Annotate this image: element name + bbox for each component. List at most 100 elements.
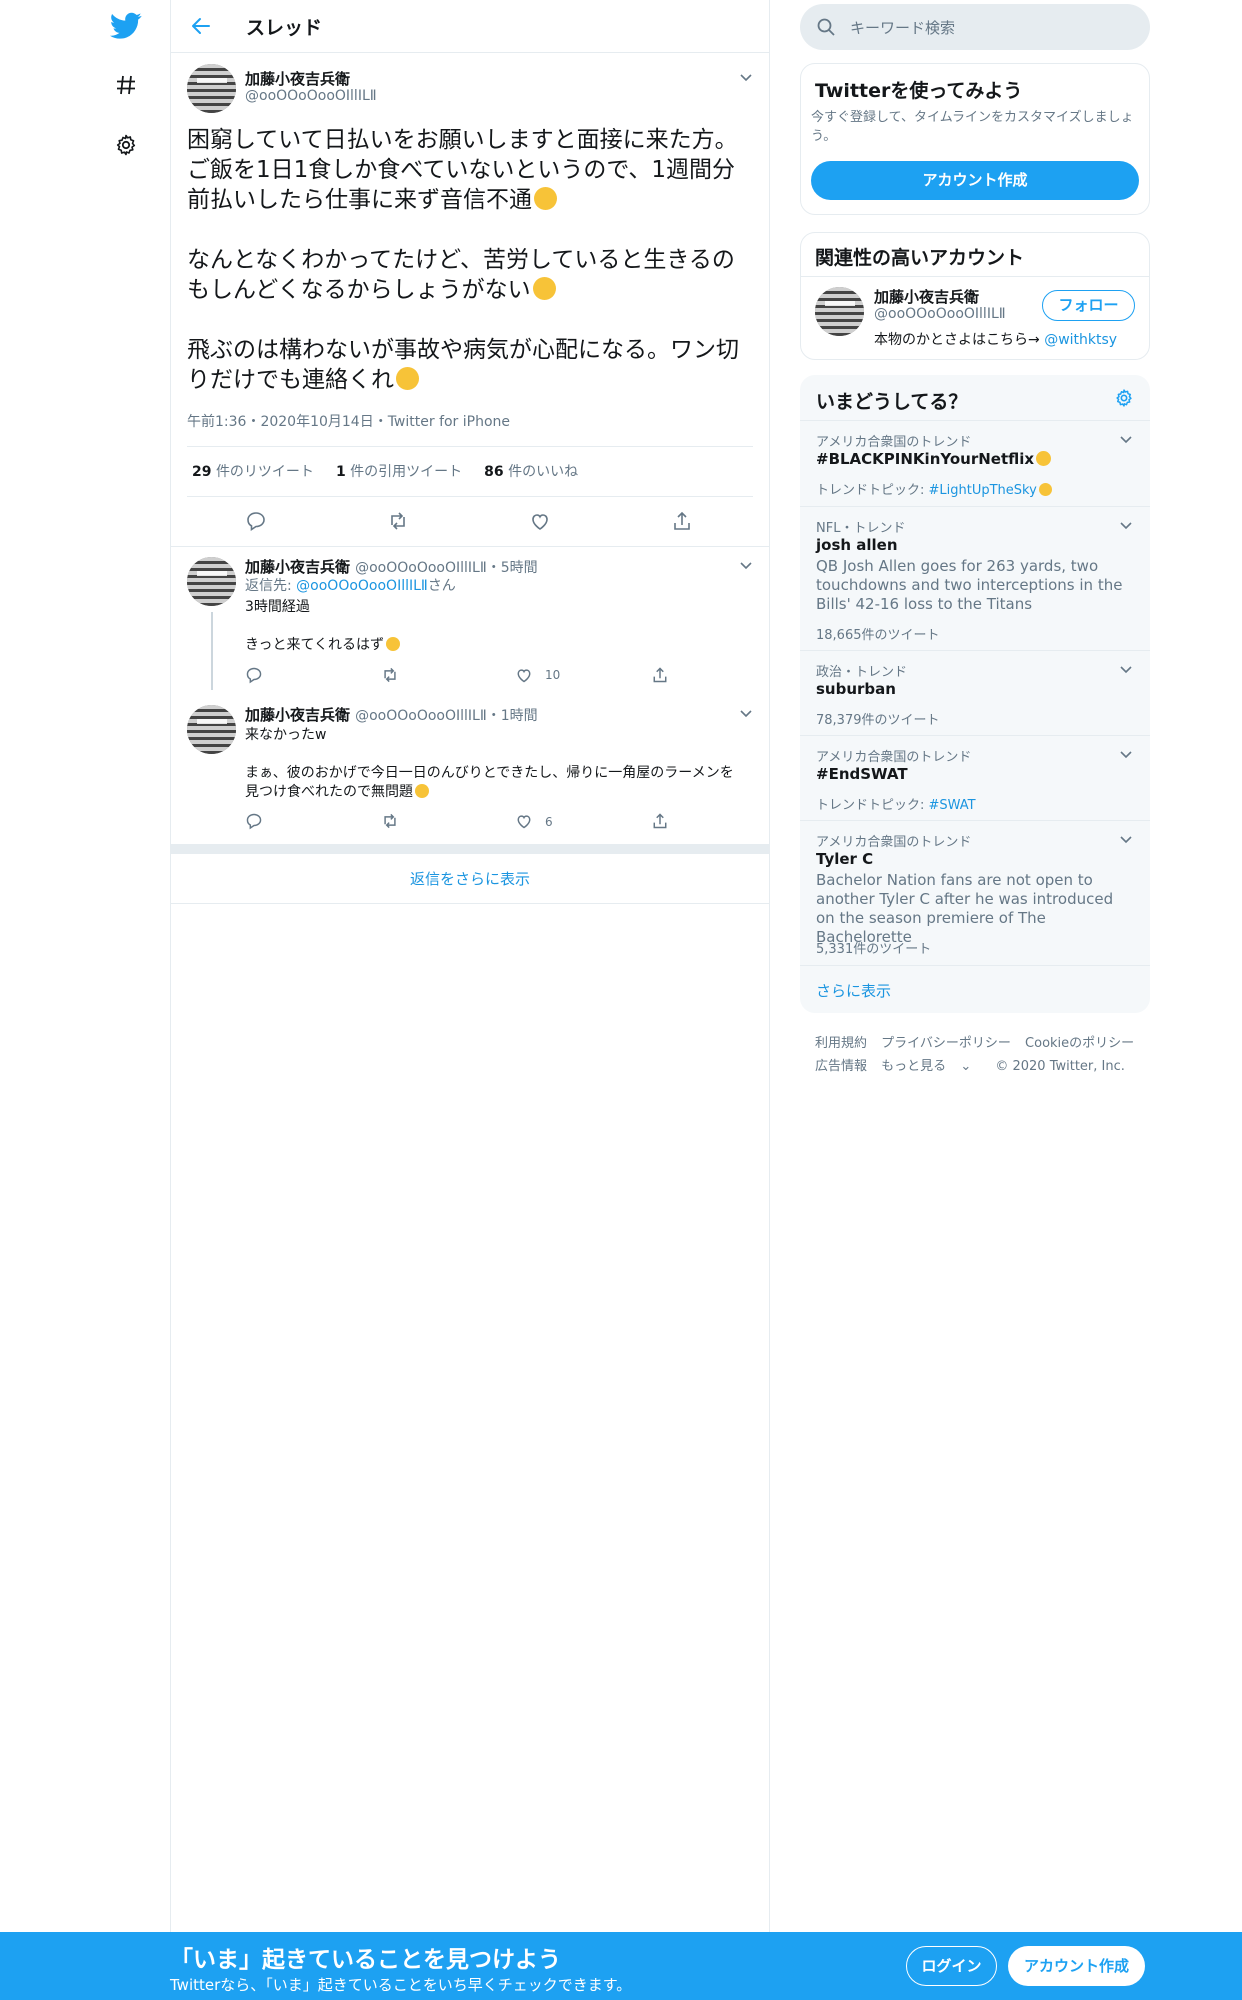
show-more-replies[interactable]: 返信をさらに表示 [171, 854, 769, 904]
quote-count[interactable]: 1 件の引用ツイート [336, 461, 462, 481]
share-icon[interactable] [651, 666, 673, 688]
gear-icon[interactable] [1114, 388, 1134, 408]
hashtag-icon[interactable] [108, 67, 144, 103]
thumbs-up-emoji-icon [415, 783, 429, 798]
reply-header: 加藤小夜吉兵衛 @ooOOoOooOIllILⅡ・1時間 [245, 704, 538, 725]
chevron-down-icon[interactable] [1118, 431, 1134, 447]
tweet-paragraph: なんとなくわかってたけど、苦労していると生きるのもしんどくなるからしょうがない [187, 247, 735, 303]
tweet-text: 困窮していて日払いをお願いしますと面接に来た方。ご飯を1日1食しか食べていないと… [187, 125, 755, 425]
reply-text: 3時間経過 [245, 599, 310, 615]
reply-handle-time[interactable]: @ooOOoOooOIllILⅡ・1時間 [355, 708, 538, 724]
bottom-subtext: Twitterなら、「いま」起きていることをいち早くチェックできます。 [170, 1976, 632, 1994]
tweet-meta[interactable]: 午前1:36・2020年10月14日・Twitter for iPhone [187, 411, 510, 431]
reply-icon[interactable] [245, 666, 267, 688]
clap-emoji-icon [1036, 450, 1052, 466]
trend-context: NFL・トレンド [816, 521, 906, 536]
trend-name: #BLACKPINKinYourNetflix [816, 450, 1052, 468]
footer-ads-link[interactable]: 広告情報 [815, 1059, 867, 1074]
signup-card: Twitterを使ってみよう 今すぐ登録して、タイムラインをカスタマイズしましょ… [800, 63, 1150, 215]
trends-card: いまどうしてる？ アメリカ合衆国のトレンド #BLACKPINKinYourNe… [800, 375, 1150, 1013]
trend-item[interactable]: NFL・トレンド josh allen QB Josh Allen goes f… [800, 506, 1150, 650]
author-name[interactable]: 加藤小夜吉兵衛 [245, 68, 350, 89]
clap-emoji-icon [1038, 482, 1052, 496]
signup-button[interactable]: アカウント作成 [811, 161, 1139, 200]
like-count[interactable]: 86 件のいいね [484, 461, 578, 481]
heart-icon[interactable] [529, 510, 551, 532]
divider [187, 446, 753, 447]
heart-icon[interactable] [515, 812, 537, 834]
twitter-logo-icon[interactable] [108, 8, 144, 44]
footer-more-link[interactable]: もっと見る ⌄ [881, 1059, 981, 1074]
reply-handle-time[interactable]: @ooOOoOooOIllILⅡ・5時間 [355, 560, 538, 576]
chevron-down-icon[interactable] [738, 557, 754, 573]
main-column: スレッド 加藤小夜吉兵衛 @ooOOoOooOIllILⅡ 困窮していて日払いを… [170, 0, 770, 1932]
trend-count: 5,331件のツイート [816, 942, 932, 957]
relieved-face-emoji-icon [386, 636, 401, 651]
chevron-down-icon[interactable] [738, 69, 754, 85]
chevron-down-icon[interactable] [738, 705, 754, 721]
chevron-down-icon[interactable] [1118, 661, 1134, 677]
tweet-paragraph: 飛ぶのは構わないが事故や病気が心配になる。ワン切りだけでも連絡くれ [187, 337, 739, 393]
reply-author-name[interactable]: 加藤小夜吉兵衛 [245, 558, 350, 576]
trend-count: 78,379件のツイート [816, 713, 940, 728]
trend-item[interactable]: アメリカ合衆国のトレンド #BLACKPINKinYourNetflix トレン… [800, 420, 1150, 506]
chevron-down-icon[interactable] [1118, 517, 1134, 533]
replying-to-link[interactable]: @ooOOoOooOIllILⅡ [296, 578, 428, 594]
footer-links: 利用規約 プライバシーポリシー Cookieのポリシー 広告情報 もっと見る ⌄… [815, 1032, 1145, 1078]
trend-item[interactable]: アメリカ合衆国のトレンド Tyler C Bachelor Nation fan… [800, 820, 1150, 965]
trend-topic-link[interactable]: #LightUpTheSky [929, 483, 1037, 498]
related-bio-link[interactable]: @withktsy [1044, 332, 1117, 348]
thread-line [211, 612, 213, 690]
signup-card-desc: 今すぐ登録して、タイムラインをカスタマイズしましょう。 [811, 110, 1134, 144]
divider [801, 276, 1149, 277]
avatar[interactable] [815, 287, 864, 336]
back-arrow-icon[interactable] [189, 14, 213, 38]
login-button[interactable]: ログイン [906, 1946, 997, 1986]
footer-privacy-link[interactable]: プライバシーポリシー [881, 1036, 1011, 1051]
avatar[interactable] [187, 557, 236, 606]
trend-description: QB Josh Allen goes for 263 yards, two to… [816, 557, 1123, 613]
reply-icon[interactable] [245, 510, 267, 532]
chevron-down-icon: ⌄ [960, 1059, 972, 1074]
follow-button[interactable]: フォロー [1042, 290, 1135, 321]
author-handle[interactable]: @ooOOoOooOIllILⅡ [245, 88, 377, 104]
trend-context: アメリカ合衆国のトレンド [816, 750, 972, 765]
trends-show-more[interactable]: さらに表示 [800, 965, 1150, 1013]
heart-icon[interactable] [515, 666, 537, 688]
reply-icon[interactable] [245, 812, 267, 834]
trend-item[interactable]: 政治・トレンド suburban 78,379件のツイート [800, 650, 1150, 735]
related-title: 関連性の高いアカウント [815, 247, 1025, 269]
like-count: 10 [545, 668, 561, 682]
avatar[interactable] [187, 64, 236, 113]
avatar[interactable] [187, 705, 236, 754]
bottom-headline: 「いま」起きていることを見つけよう [170, 1947, 561, 1973]
footer-copyright: © 2020 Twitter, Inc. [995, 1059, 1125, 1074]
retweet-count[interactable]: 29 件のリツイート [192, 461, 314, 481]
share-icon[interactable] [671, 510, 693, 532]
trend-topic-link[interactable]: #SWAT [929, 798, 976, 813]
reply-text-line: きっと来てくれるはず [245, 636, 401, 655]
share-icon[interactable] [651, 812, 673, 834]
chevron-down-icon[interactable] [1118, 831, 1134, 847]
page-title: スレッド [246, 17, 323, 39]
bottom-signup-button[interactable]: アカウント作成 [1008, 1946, 1145, 1986]
related-name[interactable]: 加藤小夜吉兵衛 [874, 286, 979, 307]
reply-author-name[interactable]: 加藤小夜吉兵衛 [245, 706, 350, 724]
gear-icon[interactable] [108, 127, 144, 163]
chevron-down-icon[interactable] [1118, 746, 1134, 762]
trend-topic: トレンドトピック: #LightUpTheSky [816, 479, 1052, 498]
search-icon [816, 17, 836, 37]
trend-topic: トレンドトピック: #SWAT [816, 798, 976, 813]
retweet-icon[interactable] [387, 510, 409, 532]
retweet-icon[interactable] [381, 812, 403, 834]
divider [171, 546, 769, 547]
footer-terms-link[interactable]: 利用規約 [815, 1036, 867, 1051]
retweet-icon[interactable] [381, 666, 403, 688]
footer-cookie-link[interactable]: Cookieのポリシー [1025, 1036, 1134, 1051]
search-input[interactable]: キーワード検索 [800, 4, 1150, 50]
related-handle[interactable]: @ooOOoOooOIllILⅡ [874, 306, 1006, 322]
trend-item[interactable]: アメリカ合衆国のトレンド #EndSWAT トレンドトピック: #SWAT [800, 735, 1150, 820]
thread-header: スレッド [171, 0, 769, 53]
signup-card-title: Twitterを使ってみよう [815, 80, 1023, 102]
trend-context: 政治・トレンド [816, 665, 908, 680]
